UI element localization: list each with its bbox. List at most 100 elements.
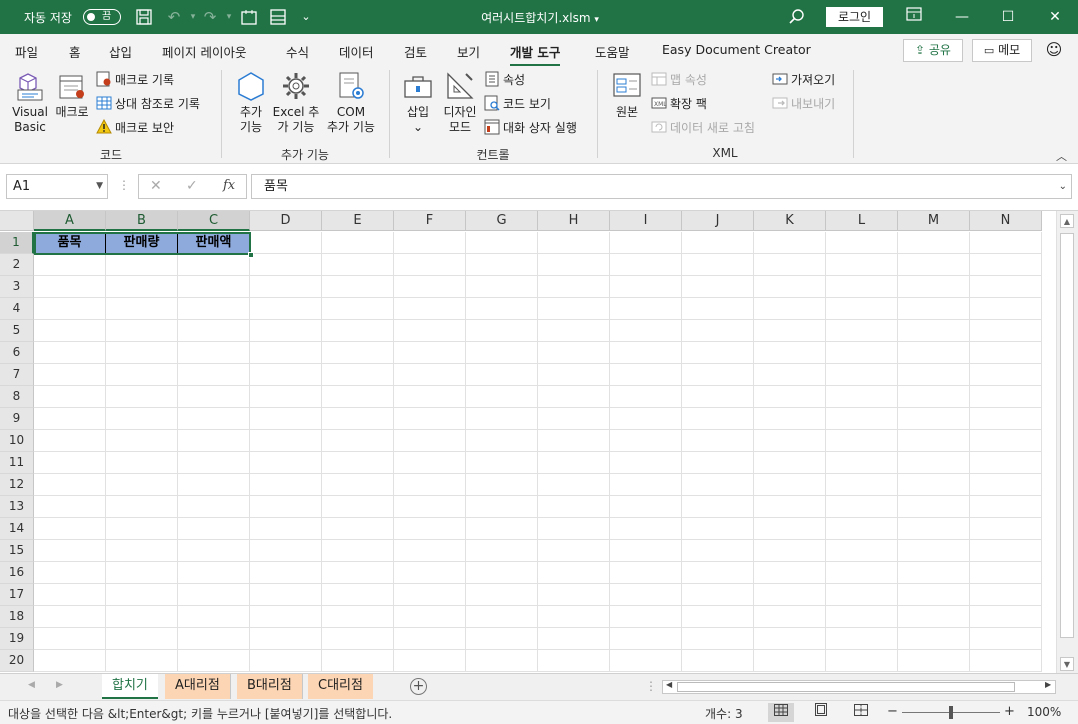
sheet-tab-merge[interactable]: 합치기 [102,674,158,699]
cell-f6[interactable] [394,342,466,364]
cell-h6[interactable] [538,342,610,364]
login-button[interactable]: 로그인 [826,7,883,27]
cell-m4[interactable] [898,298,970,320]
cell-g4[interactable] [466,298,538,320]
cell-i17[interactable] [610,584,682,606]
cell-d5[interactable] [250,320,322,342]
cell-g17[interactable] [466,584,538,606]
cell-h14[interactable] [538,518,610,540]
cell-e3[interactable] [322,276,394,298]
use-relative-references-button[interactable]: 상대 참조로 기록 [96,95,200,113]
cell-l6[interactable] [826,342,898,364]
cell-n7[interactable] [970,364,1042,386]
cell-m14[interactable] [898,518,970,540]
cell-k3[interactable] [754,276,826,298]
cell-c8[interactable] [178,386,250,408]
cell-b4[interactable] [106,298,178,320]
cell-a8[interactable] [34,386,106,408]
cell-c5[interactable] [178,320,250,342]
cell-f4[interactable] [394,298,466,320]
cell-h2[interactable] [538,254,610,276]
column-header-m[interactable]: M [898,211,970,231]
cell-h15[interactable] [538,540,610,562]
cell-a15[interactable] [34,540,106,562]
cell-h19[interactable] [538,628,610,650]
cell-k5[interactable] [754,320,826,342]
cell-h18[interactable] [538,606,610,628]
design-mode-button[interactable]: 디자인 모드 [440,70,480,135]
tab-developer[interactable]: 개발 도구 [510,42,561,67]
add-sheet-button[interactable]: + [410,678,427,695]
cell-a3[interactable] [34,276,106,298]
cell-e9[interactable] [322,408,394,430]
cell-h20[interactable] [538,650,610,672]
cell-c16[interactable] [178,562,250,584]
scroll-down-icon[interactable]: ▼ [1060,657,1074,671]
cell-k16[interactable] [754,562,826,584]
cell-e5[interactable] [322,320,394,342]
cell-h7[interactable] [538,364,610,386]
cell-j5[interactable] [682,320,754,342]
row-header-17[interactable]: 17 [0,584,34,606]
cell-k18[interactable] [754,606,826,628]
cell-m19[interactable] [898,628,970,650]
worksheet-grid[interactable]: A B C D E F G H I J K L M N 1 품목 판매량 판매액 2 3 4 5 6 7 8 9 10 11 12 13 1… [0,210,1078,674]
cell-l14[interactable] [826,518,898,540]
cell-n16[interactable] [970,562,1042,584]
cell-j10[interactable] [682,430,754,452]
tab-file[interactable]: 파일 [15,42,38,61]
cell-j9[interactable] [682,408,754,430]
cell-j19[interactable] [682,628,754,650]
cell-i10[interactable] [610,430,682,452]
cell-m11[interactable] [898,452,970,474]
tab-view[interactable]: 보기 [457,42,480,61]
row-header-13[interactable]: 13 [0,496,34,518]
cell-k19[interactable] [754,628,826,650]
redo-dropdown-icon[interactable]: ▾ [220,8,238,26]
cell-i12[interactable] [610,474,682,496]
row-header-4[interactable]: 4 [0,298,34,320]
cell-g19[interactable] [466,628,538,650]
formula-bar-grip-icon[interactable]: ⋮ [118,178,130,192]
cell-b20[interactable] [106,650,178,672]
cell-e2[interactable] [322,254,394,276]
properties-button[interactable]: 속성 [484,71,525,89]
cell-g10[interactable] [466,430,538,452]
cell-g7[interactable] [466,364,538,386]
cell-j20[interactable] [682,650,754,672]
cell-k14[interactable] [754,518,826,540]
cell-b13[interactable] [106,496,178,518]
column-header-n[interactable]: N [970,211,1042,231]
addins-button[interactable]: 추가 기능 [233,70,269,135]
record-macro-button[interactable]: 매크로 기록 [96,71,174,89]
cell-j6[interactable] [682,342,754,364]
page-break-preview-icon[interactable] [848,703,874,722]
cell-f5[interactable] [394,320,466,342]
row-header-19[interactable]: 19 [0,628,34,650]
cell-n1[interactable] [970,232,1042,254]
cell-c9[interactable] [178,408,250,430]
expand-formula-bar-icon[interactable]: ⌄ [1059,175,1067,198]
cell-a9[interactable] [34,408,106,430]
scroll-left-icon[interactable]: ◀ [666,680,672,689]
insert-function-icon[interactable]: fx [223,178,235,193]
tab-page-layout[interactable]: 페이지 레이아웃 [162,42,246,61]
row-header-20[interactable]: 20 [0,650,34,672]
cell-g13[interactable] [466,496,538,518]
cell-g11[interactable] [466,452,538,474]
cell-l1[interactable] [826,232,898,254]
scroll-right-icon[interactable]: ▶ [1045,680,1051,689]
row-header-6[interactable]: 6 [0,342,34,364]
cell-l18[interactable] [826,606,898,628]
cell-h8[interactable] [538,386,610,408]
macro-security-button[interactable]: 매크로 보안 [96,119,174,137]
row-header-18[interactable]: 18 [0,606,34,628]
redo-icon[interactable]: ↷ [201,8,219,26]
cell-i13[interactable] [610,496,682,518]
cell-a2[interactable] [34,254,106,276]
cell-d20[interactable] [250,650,322,672]
cell-e17[interactable] [322,584,394,606]
cell-a17[interactable] [34,584,106,606]
export-xml-button[interactable]: 내보내기 [772,95,835,113]
cell-g16[interactable] [466,562,538,584]
